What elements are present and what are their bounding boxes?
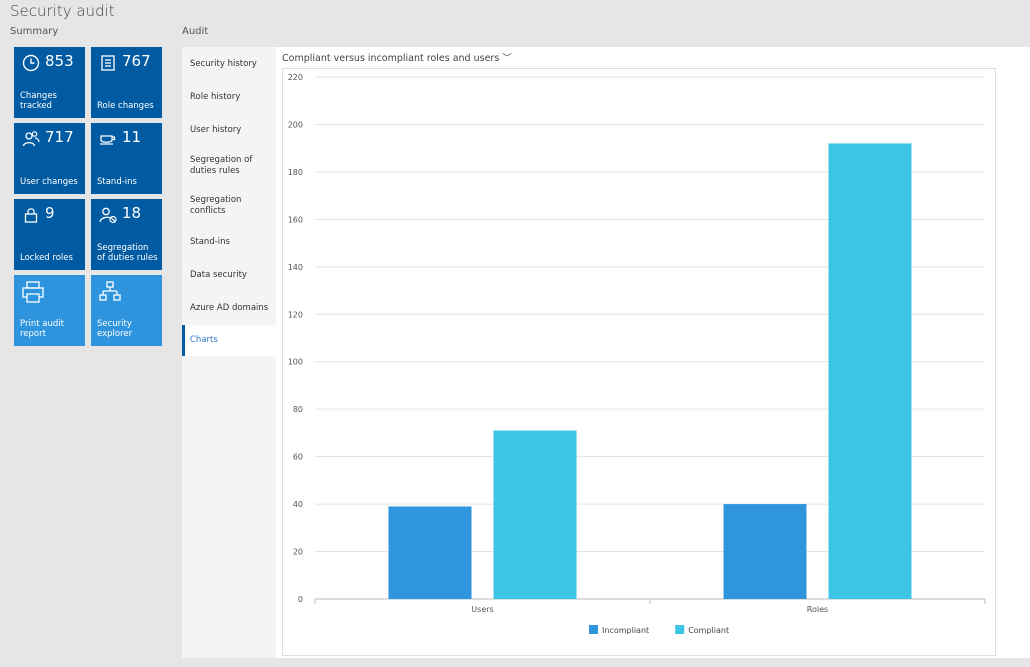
- tile-label: User changes: [20, 177, 78, 187]
- bar-incompliant-users: [388, 506, 472, 599]
- tile-user-changes[interactable]: 717 User changes: [14, 123, 85, 194]
- y-tick-label: 80: [293, 405, 303, 414]
- x-tick-label: Users: [471, 605, 493, 614]
- y-tick-label: 100: [288, 358, 303, 367]
- summary-label: Summary: [10, 26, 59, 37]
- legend-swatch: [589, 625, 598, 634]
- tile-label: Locked roles: [20, 253, 73, 263]
- nav-role-history[interactable]: Role history: [182, 92, 276, 103]
- legend-label: Compliant: [688, 626, 729, 635]
- tile-stand-ins[interactable]: 11 Stand-ins: [91, 123, 162, 194]
- bar-compliant-users: [493, 430, 577, 599]
- tile-security-explorer[interactable]: Security explorer: [91, 275, 162, 346]
- chevron-down-icon: ﹀: [502, 53, 512, 64]
- document-list-icon: [101, 55, 115, 71]
- page-title: Security audit: [10, 2, 115, 20]
- y-tick-label: 60: [293, 453, 303, 462]
- y-tick-label: 140: [288, 263, 303, 272]
- nav-user-history[interactable]: User history: [182, 125, 276, 136]
- nav-stand-ins[interactable]: Stand-ins: [182, 237, 276, 248]
- printer-icon: [22, 281, 44, 303]
- tile-changes-tracked[interactable]: 853 Changes tracked: [14, 47, 85, 118]
- y-tick-label: 220: [288, 73, 303, 82]
- users-icon: [22, 131, 40, 147]
- org-chart-icon: [99, 281, 121, 301]
- bar-compliant-roles: [828, 143, 912, 599]
- chart-svg: 0 20 40 60 80 100 120 140 160 180 200 220 Users Roles…: [288, 73, 986, 635]
- nav-segregation-conflicts[interactable]: Segregation conflicts: [182, 195, 276, 217]
- tile-label: Segregation of duties rules: [97, 243, 158, 263]
- nav-segregation-of-duties-rules[interactable]: Segregation of duties rules: [182, 155, 276, 177]
- tile-count: 853: [45, 52, 74, 70]
- nav-azure-ad-domains[interactable]: Azure AD domains: [182, 303, 276, 314]
- chart-panel: Compliant versus incompliant roles and u…: [276, 47, 1030, 658]
- right-gutter: [1020, 47, 1030, 658]
- tile-count: 9: [45, 204, 55, 222]
- tile-count: 717: [45, 128, 74, 146]
- audit-nav: Security history Role history User histo…: [182, 47, 276, 658]
- x-tick-label: Roles: [807, 605, 828, 614]
- user-block-icon: [99, 207, 117, 224]
- y-tick-label: 0: [298, 595, 303, 604]
- y-tick-label: 200: [288, 120, 303, 129]
- tile-count: 11: [122, 128, 142, 146]
- tile-label: Role changes: [97, 101, 154, 111]
- y-tick-label: 180: [288, 168, 303, 177]
- audit-label: Audit: [182, 26, 209, 37]
- tile-count: 767: [122, 52, 151, 70]
- tile-count: 18: [122, 204, 142, 222]
- y-tick-label: 120: [288, 310, 303, 319]
- chart-title-text: Compliant versus incompliant roles and u…: [282, 53, 500, 64]
- nav-charts[interactable]: Charts: [182, 325, 276, 356]
- nav-security-history[interactable]: Security history: [182, 59, 276, 70]
- bar-chart: 0 20 40 60 80 100 120 140 160 180 200 220 Users Roles…: [282, 68, 996, 656]
- clock-icon: [22, 54, 40, 72]
- y-tick-label: 20: [293, 548, 303, 557]
- legend-swatch: [675, 625, 685, 634]
- tile-label: Changes tracked: [20, 91, 57, 111]
- tile-role-changes[interactable]: 767 Role changes: [91, 47, 162, 118]
- y-tick-label: 40: [293, 500, 303, 509]
- legend-label: Incompliant: [602, 626, 649, 635]
- tile-segregation-rules[interactable]: 18 Segregation of duties rules: [91, 199, 162, 270]
- tile-locked-roles[interactable]: 9 Locked roles: [14, 199, 85, 270]
- tile-label: Security explorer: [97, 319, 133, 339]
- chart-selector[interactable]: Compliant versus incompliant roles and u…: [282, 50, 512, 64]
- nav-data-security[interactable]: Data security: [182, 270, 276, 281]
- y-tick-label: 160: [288, 215, 303, 224]
- tile-label: Stand-ins: [97, 177, 137, 187]
- bar-incompliant-roles: [723, 504, 807, 599]
- tile-label: Print audit report: [20, 319, 64, 339]
- tile-print-audit-report[interactable]: Print audit report: [14, 275, 85, 346]
- lock-icon: [24, 208, 38, 223]
- cup-icon: [100, 135, 116, 145]
